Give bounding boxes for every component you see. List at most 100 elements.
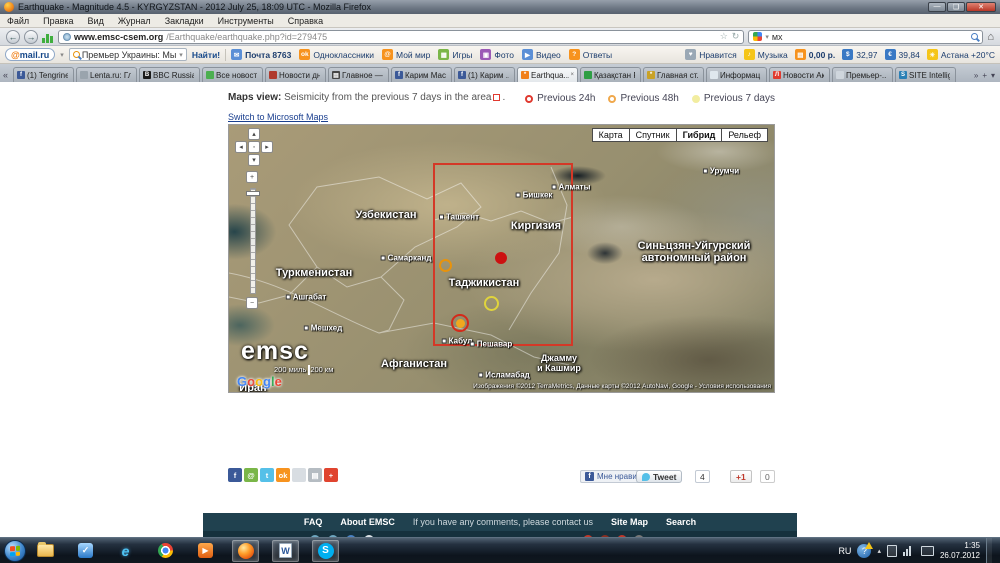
tab-close-icon[interactable]: × xyxy=(571,72,575,78)
seismicity-map[interactable]: УзбекистанТуркменистанКиргизияТаджикиста… xyxy=(228,124,775,393)
word-taskbar-icon[interactable]: W xyxy=(272,540,299,562)
browser-tab[interactable]: f (1) Карим ... xyxy=(454,67,515,82)
clipboard-tray-icon[interactable] xyxy=(887,545,897,557)
zoom-slider-knob[interactable] xyxy=(246,191,260,196)
mailru-toolbar-item[interactable]: @ Мой мир xyxy=(382,49,430,60)
browser-tab[interactable]: ▤ Главное — ... xyxy=(328,67,389,82)
browser-tab[interactable]: Л Новости Ак... xyxy=(769,67,830,82)
language-indicator[interactable]: RU xyxy=(838,546,851,556)
skype-taskbar-icon[interactable]: S xyxy=(312,540,339,562)
mailru-toolbar-item[interactable]: ▦ Игры xyxy=(438,49,472,60)
minimize-button[interactable]: — xyxy=(928,2,946,12)
maximize-button[interactable]: ❑ xyxy=(947,2,965,12)
google-plus-one-button[interactable]: +1 xyxy=(730,470,752,483)
odnoklassniki-share-icon[interactable]: ok xyxy=(276,468,290,482)
browser-tab[interactable]: Lenta.ru: Гл... xyxy=(76,67,137,82)
action-center-icon[interactable]: ? xyxy=(857,544,871,558)
mailru-toolbar-item[interactable]: $ 32,97 xyxy=(842,49,877,60)
reload-icon[interactable]: ↻ xyxy=(732,31,740,42)
map-type-button[interactable]: Карта xyxy=(592,128,630,142)
browser-tab[interactable]: Все новост... xyxy=(202,67,263,82)
footer-link[interactable]: Search xyxy=(666,517,696,527)
tweet-button[interactable]: Tweet xyxy=(636,470,682,483)
menu-item[interactable]: Правка xyxy=(36,16,80,26)
facebook-share-icon[interactable]: f xyxy=(228,468,242,482)
browser-tab[interactable]: * Earthqua... × xyxy=(517,67,578,82)
pan-left-icon[interactable]: ◂ xyxy=(235,141,247,153)
addthis-share-icon[interactable]: + xyxy=(324,468,338,482)
mailru-toolbar-item[interactable]: ok Одноклассники xyxy=(299,49,374,60)
mailru-agent-icon[interactable] xyxy=(42,31,54,43)
browser-tab[interactable]: * Главная ст... xyxy=(643,67,704,82)
switch-to-microsoft-maps-link[interactable]: Switch to Microsoft Maps xyxy=(228,112,328,122)
footer-link[interactable]: About EMSC xyxy=(340,517,395,527)
pan-center-icon[interactable]: ◦ xyxy=(248,141,260,153)
zoom-out-button[interactable]: − xyxy=(246,297,258,309)
show-hidden-icons-icon[interactable]: ▴ xyxy=(877,547,881,555)
search-engine-dropdown-icon[interactable]: ▾ xyxy=(765,33,769,41)
search-magnifier-icon[interactable] xyxy=(971,33,978,40)
email-share-icon[interactable] xyxy=(292,468,306,482)
mailru-toolbar-item[interactable]: ☀ Астана +20°C xyxy=(927,49,995,60)
home-icon[interactable]: ⌂ xyxy=(987,31,994,43)
mailru-dropdown-icon[interactable]: ▾ xyxy=(60,51,64,59)
mailru-toolbar-item[interactable]: ♪ Музыка xyxy=(744,49,788,60)
start-button[interactable] xyxy=(4,540,26,562)
pan-down-icon[interactable]: ▾ xyxy=(248,154,260,166)
mailru-toolbar-item[interactable]: ♥ Нравится xyxy=(685,49,737,60)
search-input[interactable] xyxy=(772,32,968,42)
bookmark-star-icon[interactable]: ☆ xyxy=(720,31,728,42)
mailru-toolbar-item[interactable]: € 39,84 xyxy=(885,49,920,60)
map-type-button[interactable]: Рельеф xyxy=(721,128,768,142)
list-tabs-icon[interactable]: ▾ xyxy=(991,71,995,80)
forward-button[interactable]: → xyxy=(24,30,38,44)
map-type-button[interactable]: Гибрид xyxy=(676,128,723,142)
network-tray-icon[interactable] xyxy=(903,546,915,556)
twitter-share-icon[interactable]: t xyxy=(260,468,274,482)
menu-item[interactable]: Инструменты xyxy=(211,16,281,26)
mailru-logo[interactable]: @mail.ru xyxy=(5,48,55,61)
scroll-tabs-left-icon[interactable]: « xyxy=(2,70,11,82)
browser-tab[interactable]: Новости дн... xyxy=(265,67,326,82)
browser-tab[interactable]: f (1) Tengrine... xyxy=(13,67,74,82)
pan-right-icon[interactable]: ▸ xyxy=(261,141,273,153)
media-player-taskbar-icon[interactable]: ▶ xyxy=(192,540,219,562)
menu-item[interactable]: Файл xyxy=(0,16,36,26)
footer-link[interactable]: Site Map xyxy=(611,517,648,527)
chrome-taskbar-icon[interactable] xyxy=(152,540,179,562)
browser-tab[interactable]: B BBC Russia... xyxy=(139,67,200,82)
close-button[interactable]: ✕ xyxy=(966,2,996,12)
scroll-tabs-right-icon[interactable]: » xyxy=(974,71,978,80)
myworld-share-icon[interactable]: @ xyxy=(244,468,258,482)
footer-link[interactable]: If you have any comments, please contact… xyxy=(413,517,593,527)
menu-item[interactable]: Вид xyxy=(81,16,111,26)
mailru-toolbar-item[interactable]: ▣ Фото xyxy=(480,49,514,60)
menu-item[interactable]: Закладки xyxy=(158,16,211,26)
new-tab-icon[interactable]: + xyxy=(982,71,987,80)
menu-item[interactable]: Журнал xyxy=(111,16,158,26)
zoom-slider-track[interactable] xyxy=(250,188,256,294)
mailru-search-input[interactable] xyxy=(82,50,177,60)
mailru-toolbar-item[interactable]: ▶ Видео xyxy=(522,49,561,60)
footer-link[interactable]: FAQ xyxy=(304,517,323,527)
google-search-box[interactable]: ▾ xyxy=(748,30,983,44)
mailru-agent-taskbar-icon[interactable]: ✓ xyxy=(72,540,99,562)
clock[interactable]: 1:35 26.07.2012 xyxy=(940,541,980,561)
print-share-icon[interactable]: ▤ xyxy=(308,468,322,482)
pan-up-icon[interactable]: ▴ xyxy=(248,128,260,140)
mailru-search-dropdown-icon[interactable]: ▾ xyxy=(179,51,183,59)
mailru-find-button[interactable]: Найти! xyxy=(192,50,220,60)
back-button[interactable]: ← xyxy=(6,30,20,44)
display-tray-icon[interactable] xyxy=(921,546,934,556)
address-bar[interactable]: www.emsc-csem.org /Earthquake/earthquake… xyxy=(58,30,744,44)
browser-tab[interactable]: f Карим Мас... xyxy=(391,67,452,82)
mailru-search-box[interactable]: ▾ xyxy=(69,48,187,61)
browser-tab[interactable]: Информац... xyxy=(706,67,767,82)
browser-tab[interactable]: Қазақстан Р... xyxy=(580,67,641,82)
mailru-toolbar-item[interactable]: ? Ответы xyxy=(569,49,612,60)
browser-tab[interactable]: S SITE Intellig... xyxy=(895,67,956,82)
zoom-in-button[interactable]: + xyxy=(246,171,258,183)
mailru-toolbar-item[interactable]: ▤ 0,00 р. xyxy=(795,49,835,60)
browser-tab[interactable]: Премьер-... xyxy=(832,67,893,82)
ie-taskbar-icon[interactable]: e xyxy=(112,540,139,562)
